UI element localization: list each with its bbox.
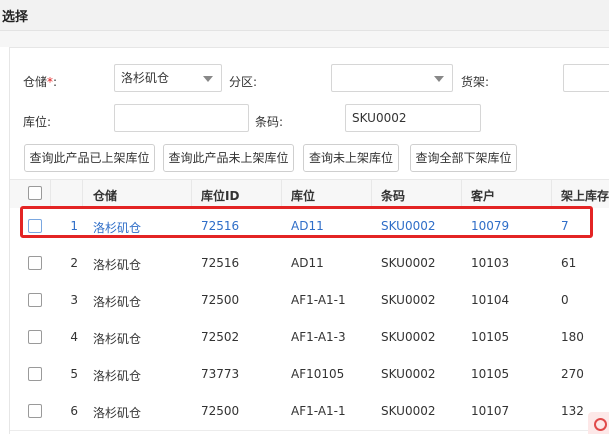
row-index: 5 [70, 367, 78, 381]
column-header-warehouse[interactable]: 仓储 [93, 187, 117, 204]
warehouse-select-value: 洛杉矶仓 [121, 71, 170, 85]
cell-customer: 10105 [471, 367, 510, 381]
row-checkbox[interactable] [28, 330, 42, 344]
warehouse-select[interactable]: 洛杉矶仓 [114, 64, 222, 92]
warehouse-label: 仓储*: [23, 73, 57, 90]
row-index: 3 [70, 293, 78, 307]
cell-customer: 10104 [471, 293, 510, 307]
row-checkbox[interactable] [28, 404, 42, 418]
column-header-barcode[interactable]: 条码 [381, 187, 405, 204]
column-divider [82, 180, 83, 208]
cell-stock: 132 [561, 404, 584, 418]
barcode-input-value: SKU0002 [352, 111, 407, 125]
table-row[interactable]: 1 洛杉矶仓 72516 AD11 SKU0002 10079 7 [10, 208, 609, 246]
location-input[interactable] [114, 104, 249, 132]
chevron-down-icon [203, 76, 213, 82]
column-divider [461, 180, 462, 208]
query-empty-locations-button[interactable]: 查询未上架库位 [303, 144, 399, 172]
header-gap [0, 31, 609, 47]
table-row[interactable]: 5 洛杉矶仓 73773 AF10105 SKU0002 10105 270 [10, 356, 609, 394]
zone-label: 分区: [229, 75, 258, 89]
query-all-unlisted-button[interactable]: 查询全部下架库位 [410, 144, 517, 172]
column-header-stock[interactable]: 架上库存 [561, 187, 609, 204]
column-divider [371, 180, 372, 208]
shelf-label: 货架: [461, 75, 490, 89]
zone-select[interactable] [331, 64, 453, 92]
column-header-customer[interactable]: 客户 [471, 187, 495, 204]
column-divider [50, 180, 51, 208]
row-index: 6 [70, 404, 78, 418]
cell-warehouse: 洛杉矶仓 [93, 369, 142, 383]
cell-customer: 10103 [471, 256, 510, 270]
cell-barcode: SKU0002 [381, 293, 436, 307]
select-all-checkbox[interactable] [28, 186, 42, 200]
cell-location-id: 72516 [201, 256, 240, 270]
cell-warehouse: 洛杉矶仓 [93, 406, 142, 420]
cell-location: AF1-A1-1 [291, 293, 346, 307]
cell-customer: 10107 [471, 404, 510, 418]
cell-stock: 270 [561, 367, 584, 381]
row-checkbox[interactable] [28, 293, 42, 307]
row-index: 2 [70, 256, 78, 270]
cell-location-id: 73773 [201, 367, 240, 381]
cell-barcode: SKU0002 [381, 330, 436, 344]
cell-stock: 61 [561, 256, 577, 270]
table-row[interactable]: 6 洛杉矶仓 72500 AF1-A1-1 SKU0002 10107 132 [10, 393, 609, 431]
cell-stock: 0 [561, 293, 569, 307]
cell-location: AF10105 [291, 367, 345, 381]
cell-location: AF1-A1-3 [291, 330, 346, 344]
cell-stock: 180 [561, 330, 584, 344]
row-checkbox[interactable] [28, 367, 42, 381]
cell-warehouse: 洛杉矶仓 [93, 295, 142, 309]
cell-barcode: SKU0002 [381, 404, 436, 418]
cell-location-id: 72500 [201, 404, 240, 418]
corner-logo-icon [588, 412, 609, 434]
warehouse-label-text: 仓储 [23, 75, 48, 89]
table-header: 仓储 库位ID 库位 条码 客户 架上库存 [10, 179, 609, 209]
cell-location: AD11 [291, 256, 324, 270]
cell-barcode: SKU0002 [381, 367, 436, 381]
cell-warehouse: 洛杉矶仓 [93, 258, 142, 272]
cell-warehouse: 洛杉矶仓 [93, 221, 142, 235]
cell-location-id: 72500 [201, 293, 240, 307]
table-row[interactable]: 2 洛杉矶仓 72516 AD11 SKU0002 10103 61 [10, 245, 609, 283]
cell-location: AF1-A1-1 [291, 404, 346, 418]
column-divider [551, 180, 552, 208]
cell-location: AD11 [291, 219, 324, 233]
column-divider [281, 180, 282, 208]
chevron-down-icon [434, 76, 444, 82]
column-header-location[interactable]: 库位 [291, 187, 315, 204]
cell-customer: 10079 [471, 219, 510, 233]
query-listed-button[interactable]: 查询此产品已上架库位 [24, 144, 155, 172]
row-checkbox[interactable] [28, 219, 42, 233]
cell-warehouse: 洛杉矶仓 [93, 332, 142, 346]
cell-stock: 7 [561, 219, 569, 233]
table-row[interactable]: 4 洛杉矶仓 72502 AF1-A1-3 SKU0002 10105 180 [10, 319, 609, 357]
barcode-label: 条码: [255, 115, 284, 129]
column-divider [191, 180, 192, 208]
column-header-location-id[interactable]: 库位ID [201, 187, 239, 204]
dialog-title: 选择 [2, 10, 29, 25]
location-label: 库位: [23, 115, 52, 129]
query-unlisted-button[interactable]: 查询此产品未上架库位 [163, 144, 294, 172]
shelf-select[interactable] [563, 64, 609, 92]
cell-location-id: 72516 [201, 219, 240, 233]
cell-location-id: 72502 [201, 330, 240, 344]
table-row[interactable]: 3 洛杉矶仓 72500 AF1-A1-1 SKU0002 10104 0 [10, 282, 609, 320]
row-checkbox[interactable] [28, 256, 42, 270]
cell-barcode: SKU0002 [381, 219, 436, 233]
row-index: 1 [70, 219, 78, 233]
row-index: 4 [70, 330, 78, 344]
warehouse-label-colon: : [53, 75, 58, 89]
dialog-header: 选择 [0, 0, 609, 31]
cell-barcode: SKU0002 [381, 256, 436, 270]
barcode-input[interactable]: SKU0002 [345, 104, 481, 132]
cell-customer: 10105 [471, 330, 510, 344]
